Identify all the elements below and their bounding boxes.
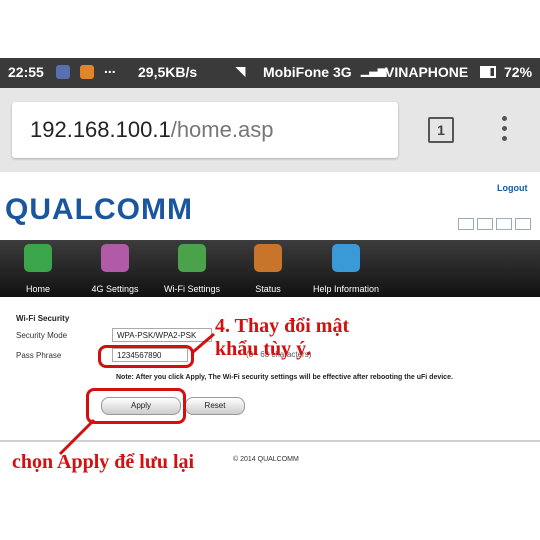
annotation-step4-line1: 4. Thay đổi mật bbox=[215, 315, 350, 337]
arrow-to-pass-phrase bbox=[192, 332, 215, 354]
arrow-to-apply bbox=[58, 418, 96, 456]
annotation-apply-hint: chọn Apply để lưu lại bbox=[12, 451, 195, 473]
annotation-step4-line2: khẩu tùy ý. bbox=[215, 338, 312, 360]
